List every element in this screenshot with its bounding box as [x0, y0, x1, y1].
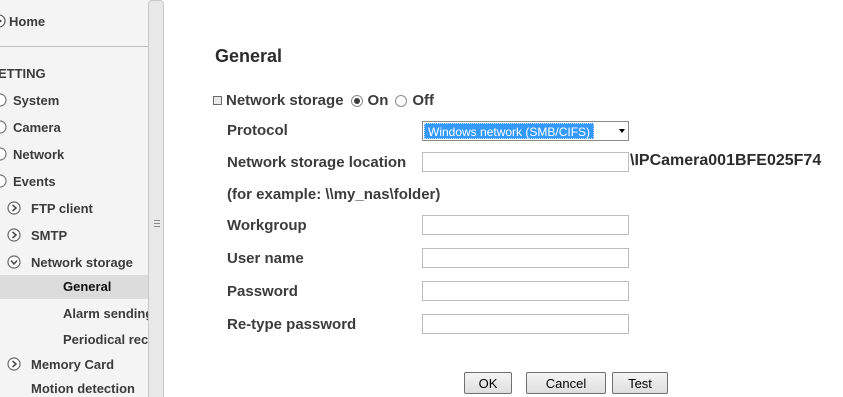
sidebar-item-label: FTP client	[31, 201, 93, 216]
bullet-icon	[0, 93, 7, 107]
off-radio[interactable]	[395, 94, 408, 107]
page: Home ETTING System Camera Network Events…	[0, 0, 843, 397]
on-radio-label[interactable]: On	[368, 92, 389, 109]
network-storage-checkbox[interactable]	[213, 96, 222, 105]
sidebar-item-label: Memory Card	[31, 357, 115, 372]
username-label: User name	[227, 250, 304, 267]
cancel-button[interactable]: Cancel	[526, 372, 606, 394]
page-title: General	[215, 46, 283, 66]
retype-password-label: Re-type password	[227, 316, 357, 333]
sidebar-section-label: ETTING	[0, 66, 46, 81]
storage-location-suffix: \IPCamera001BFE025F74	[630, 152, 822, 169]
sidebar-item-label: Camera	[13, 120, 61, 135]
ok-button[interactable]: OK	[464, 372, 512, 394]
protocol-select-value: Windows network (SMB/CIFS)	[424, 123, 595, 139]
storage-location-label: Network storage location	[227, 154, 407, 171]
test-button[interactable]: Test	[612, 372, 668, 394]
sidebar-item-label: Network storage	[31, 255, 133, 270]
sidebar-splitter[interactable]	[148, 0, 164, 397]
sidebar-item-label: Home	[9, 14, 46, 29]
on-radio[interactable]	[350, 94, 363, 107]
sidebar-item-label: Network	[13, 147, 65, 162]
grip-icon	[154, 220, 160, 228]
sidebar-item-label: Alarm sending	[63, 306, 150, 321]
workgroup-label: Workgroup	[227, 217, 307, 234]
bullet-icon	[0, 174, 7, 188]
sidebar-item-label: SMTP	[31, 228, 68, 243]
password-label: Password	[227, 283, 298, 300]
sidebar-item-label: System	[13, 93, 60, 108]
main-content: General Network storage On Off Protocol …	[164, 0, 843, 397]
off-radio-label[interactable]: Off	[412, 92, 434, 109]
username-input[interactable]	[422, 248, 629, 268]
network-storage-label: Network storage	[226, 92, 344, 109]
storage-location-input[interactable]	[422, 152, 629, 172]
expand-arrow-icon	[7, 357, 21, 371]
protocol-select[interactable]: Windows network (SMB/CIFS)	[422, 121, 629, 141]
sidebar-item-label: Events	[13, 174, 56, 189]
sidebar-item-label: Periodical recc	[63, 332, 150, 347]
network-storage-row: Network storage On Off	[213, 92, 434, 109]
retype-password-input[interactable]	[422, 314, 629, 334]
workgroup-input[interactable]	[422, 215, 629, 235]
sidebar: Home ETTING System Camera Network Events…	[0, 0, 150, 397]
bullet-icon	[0, 147, 7, 161]
collapse-arrow-icon	[7, 255, 21, 269]
protocol-label: Protocol	[227, 122, 288, 139]
divider	[0, 46, 150, 47]
home-icon	[0, 14, 6, 28]
example-text: (for example: \\my_nas\folder)	[227, 186, 441, 203]
sidebar-item-label: Motion detection	[31, 381, 135, 396]
sidebar-item-general[interactable]: General	[0, 275, 150, 299]
chevron-down-icon	[619, 129, 625, 133]
expand-arrow-icon	[7, 201, 21, 215]
password-input[interactable]	[422, 281, 629, 301]
bullet-icon	[0, 120, 7, 134]
sidebar-item-label: General	[63, 279, 112, 294]
expand-arrow-icon	[7, 228, 21, 242]
